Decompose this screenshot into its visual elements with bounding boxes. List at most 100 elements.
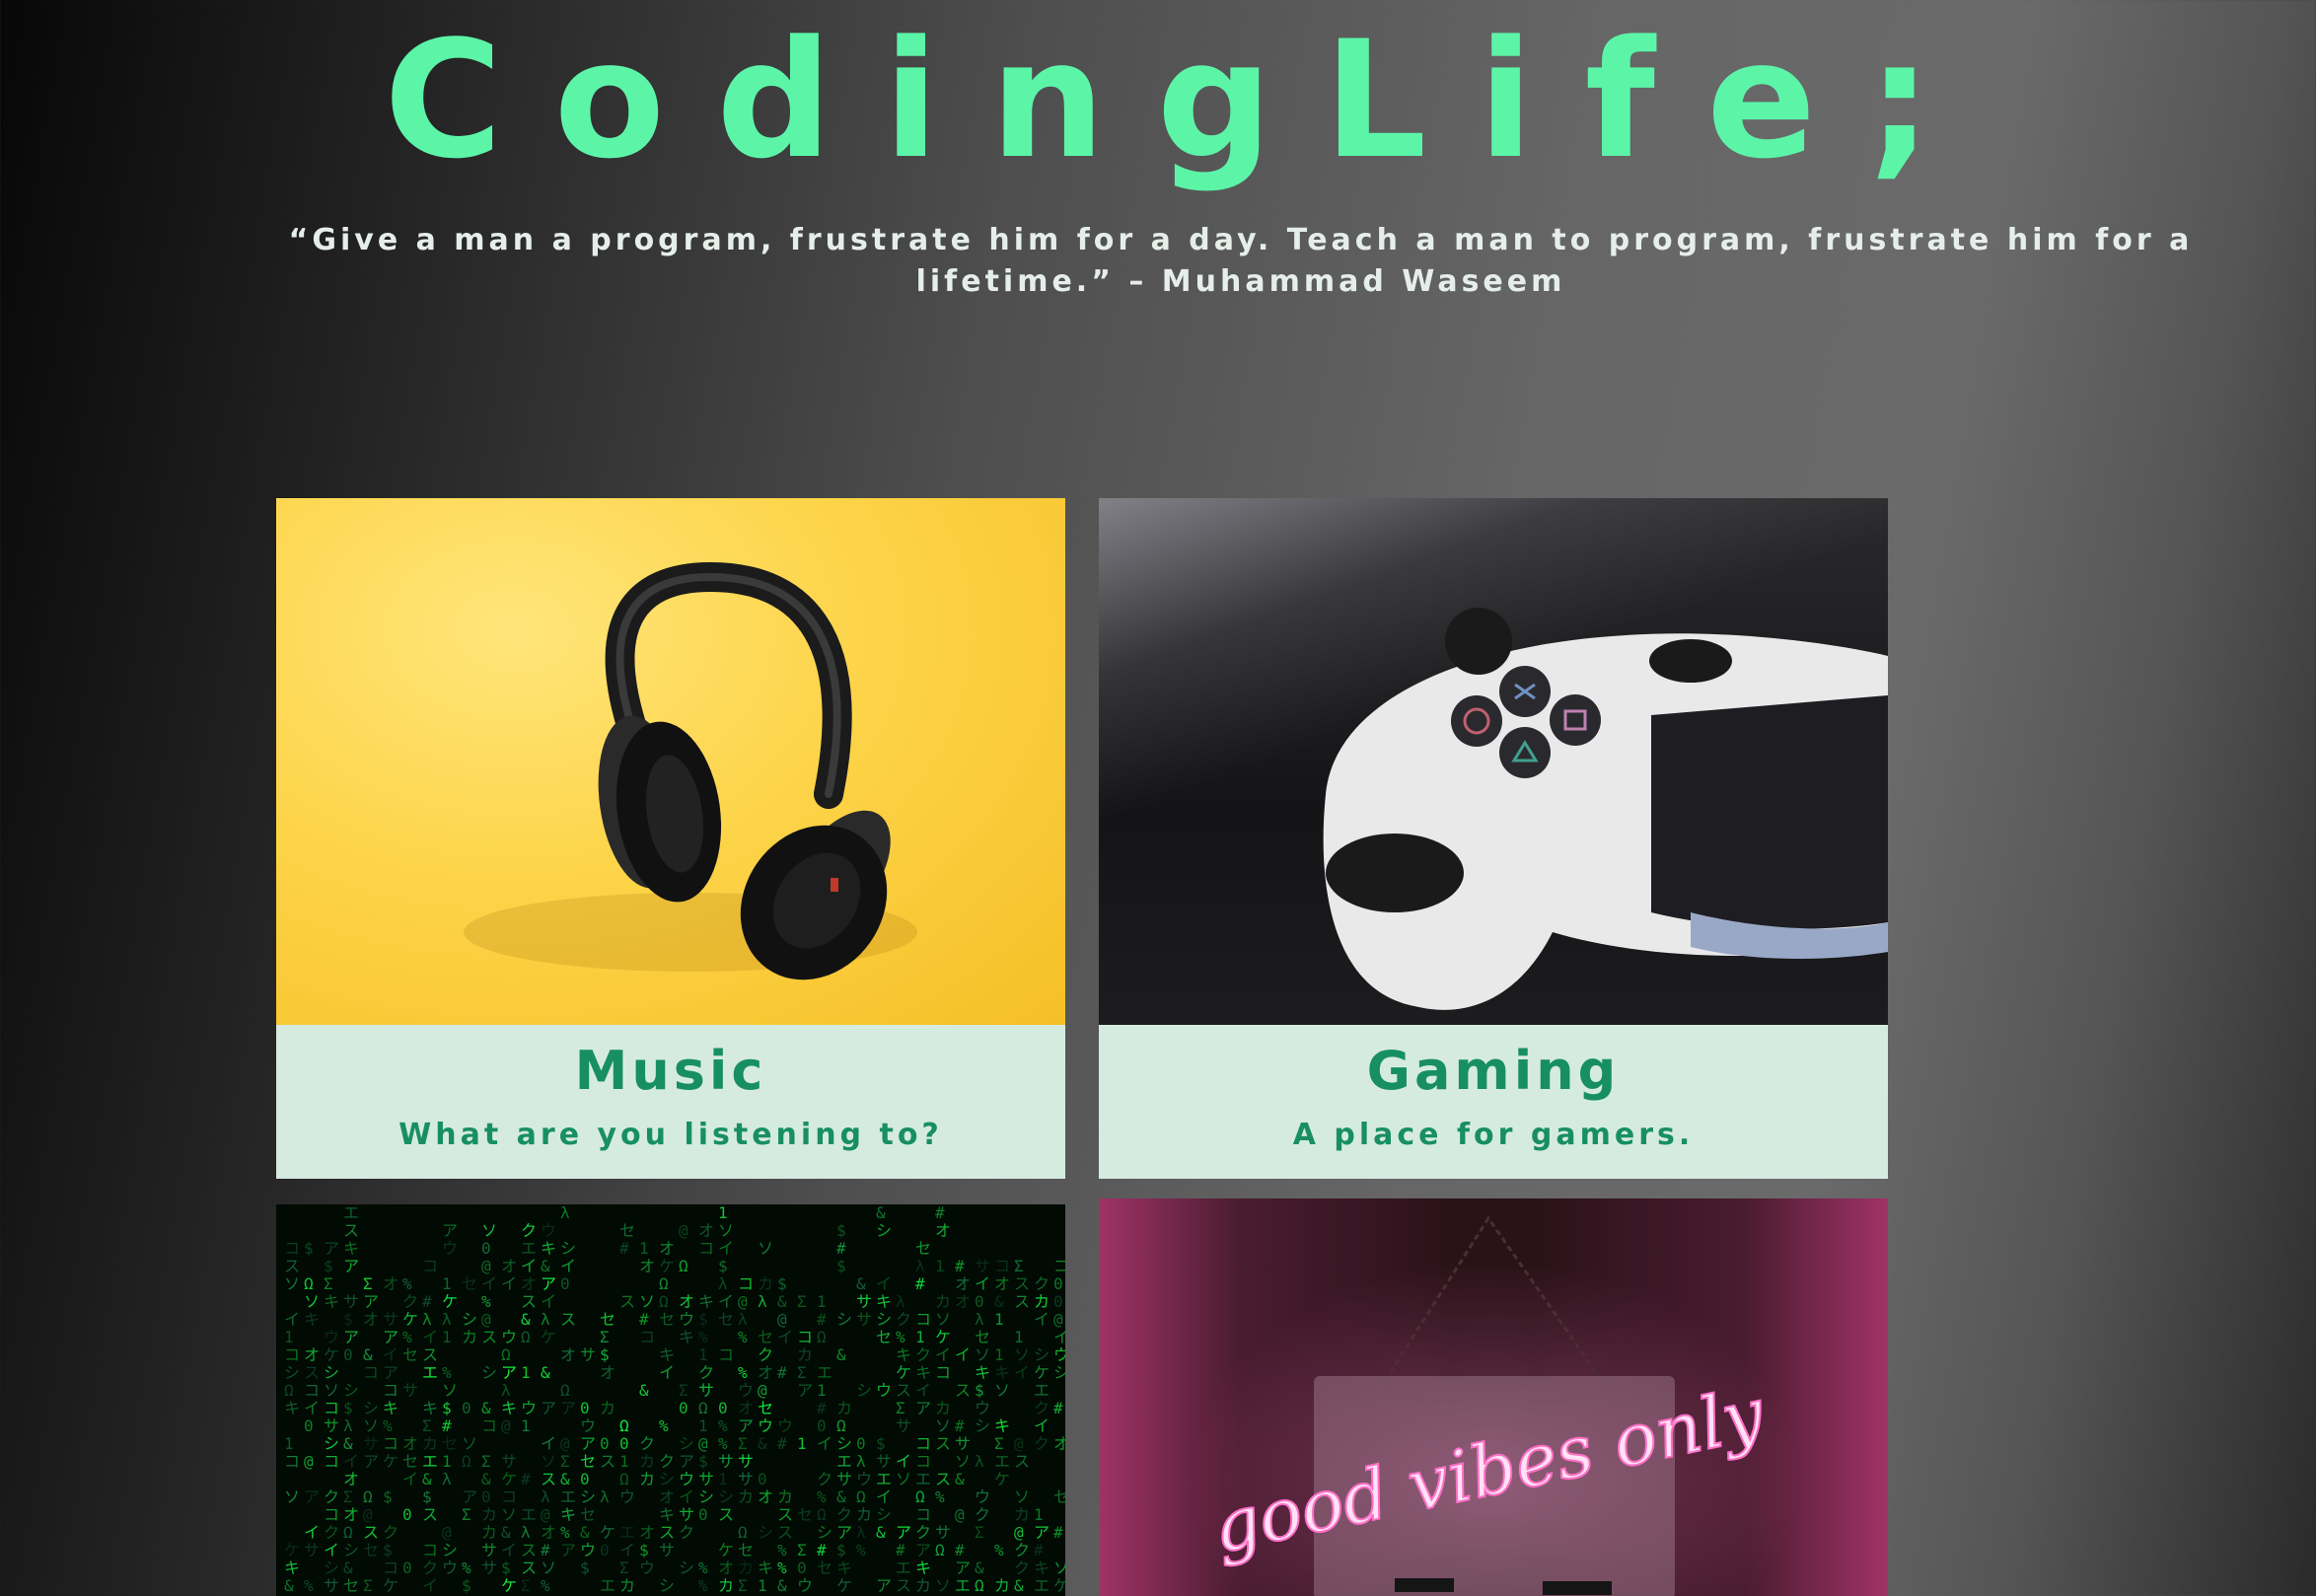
svg-text:0: 0 [580,1399,590,1417]
svg-text:ス: ス [659,1523,675,1542]
svg-text:セ: セ [343,1576,359,1595]
svg-text:&: & [876,1523,886,1542]
svg-text:ソ: ソ [284,1487,300,1506]
svg-text:Ω: Ω [817,1328,827,1346]
svg-text:ウ: ウ [797,1576,813,1595]
svg-text:&: & [481,1399,491,1417]
svg-text:Ω: Ω [856,1487,866,1506]
svg-text:%: % [777,1541,787,1560]
svg-text:ス: ス [304,1363,320,1382]
svg-text:1: 1 [284,1434,294,1453]
svg-text:シ: シ [659,1576,675,1595]
svg-text:イ: イ [422,1576,438,1595]
svg-text:ク: ク [324,1523,339,1542]
svg-text:ウ: ウ [501,1328,517,1346]
svg-text:ソ: ソ [481,1221,497,1240]
svg-text:ケ: ケ [383,1576,398,1595]
svg-text:ア: ア [679,1452,694,1471]
svg-text:イ: イ [718,1239,734,1258]
svg-text:1: 1 [935,1257,945,1275]
svg-text:オ: オ [343,1505,359,1524]
svg-text:コ: コ [698,1239,714,1258]
svg-text:Σ: Σ [462,1505,471,1524]
svg-text:ケ: ケ [541,1328,556,1346]
svg-text:%: % [541,1576,550,1595]
svg-text:カ: カ [481,1523,497,1542]
svg-text:&: & [955,1470,965,1488]
svg-text:ア: ア [560,1399,576,1417]
svg-text:ウ: ウ [324,1328,339,1346]
svg-text:キ: キ [679,1328,694,1346]
svg-text:#: # [541,1541,550,1560]
svg-text:$: $ [836,1257,846,1275]
svg-text:ア: ア [876,1576,892,1595]
card-gaming[interactable]: Gaming A place for gamers. [1099,498,1888,1179]
svg-text:#: # [1034,1541,1044,1560]
svg-text:ク: ク [915,1345,931,1364]
svg-text:セ: セ [580,1505,596,1524]
svg-text:オ: オ [402,1434,418,1453]
svg-text:ケ: ケ [896,1363,911,1382]
svg-text:Σ: Σ [896,1399,905,1417]
svg-text:ア: ア [915,1399,931,1417]
svg-text:シ: シ [442,1541,458,1560]
svg-text:ケ: ケ [1034,1363,1049,1382]
svg-text:0: 0 [619,1434,629,1453]
svg-text:%: % [304,1576,314,1595]
svg-text:シ: シ [343,1541,359,1560]
svg-text:ク: ク [698,1363,714,1382]
svg-text:イ: イ [876,1487,892,1506]
svg-text:エ: エ [955,1576,971,1595]
svg-text:セ: セ [619,1221,635,1240]
svg-text:ソ: ソ [284,1274,300,1293]
svg-text:サ: サ [363,1434,379,1453]
svg-text:%: % [994,1541,1004,1560]
svg-text:Σ: Σ [363,1274,373,1293]
svg-text:Σ: Σ [560,1452,570,1471]
svg-text:%: % [718,1416,728,1435]
svg-text:#: # [442,1416,452,1435]
svg-text:シ: シ [580,1487,596,1506]
svg-text:0: 0 [402,1505,412,1524]
svg-text:セ: セ [1053,1487,1065,1506]
card-vibes[interactable]: good vibes only [1099,1198,1888,1596]
svg-text:サ: サ [679,1505,694,1524]
svg-text:0: 0 [481,1487,491,1506]
svg-text:&: & [639,1381,649,1400]
site-title: CodingLife; [384,6,1984,194]
svg-text:Ω: Ω [915,1487,925,1506]
card-music[interactable]: Music What are you listening to? [276,498,1065,1179]
svg-text:Ω: Ω [619,1416,629,1435]
svg-text:キ: キ [896,1345,911,1364]
svg-text:セ: セ [580,1452,596,1471]
svg-text:オ: オ [659,1239,675,1258]
svg-text:セ: セ [363,1541,379,1560]
svg-text:キ: キ [541,1239,556,1258]
svg-text:エ: エ [560,1487,576,1506]
svg-text:ス: ス [718,1505,734,1524]
svg-text:コ: コ [284,1239,300,1258]
svg-text:ス: ス [521,1541,537,1560]
svg-text:λ: λ [856,1452,866,1471]
svg-text:Ω: Ω [521,1328,531,1346]
svg-text:イ: イ [304,1399,320,1417]
svg-text:キ: キ [659,1345,675,1364]
svg-text:1: 1 [994,1345,1004,1364]
svg-text:ケ: ケ [935,1328,951,1346]
svg-text:λ: λ [501,1381,511,1400]
svg-text:#: # [422,1292,432,1311]
svg-text:%: % [817,1487,827,1506]
svg-text:1: 1 [284,1328,294,1346]
svg-text:キ: キ [304,1310,320,1329]
svg-text:ウ: ウ [876,1381,892,1400]
svg-text:%: % [698,1576,708,1595]
svg-text:コ: コ [363,1363,379,1382]
svg-text:ソ: ソ [541,1452,556,1471]
svg-text:0: 0 [817,1416,827,1435]
svg-text:ス: ス [422,1505,438,1524]
card-coding[interactable]: コスソイ 1 コシ Ω キ 1 コソケキ & $ Ω ソキオスコイ 0 @ アイサ% ア $ Σ キウケシソコサシ… [276,1204,1065,1596]
svg-text:イ: イ [383,1345,398,1364]
svg-text:$: $ [698,1452,708,1471]
svg-text:カ: カ [935,1292,951,1311]
svg-text:0: 0 [402,1559,412,1577]
